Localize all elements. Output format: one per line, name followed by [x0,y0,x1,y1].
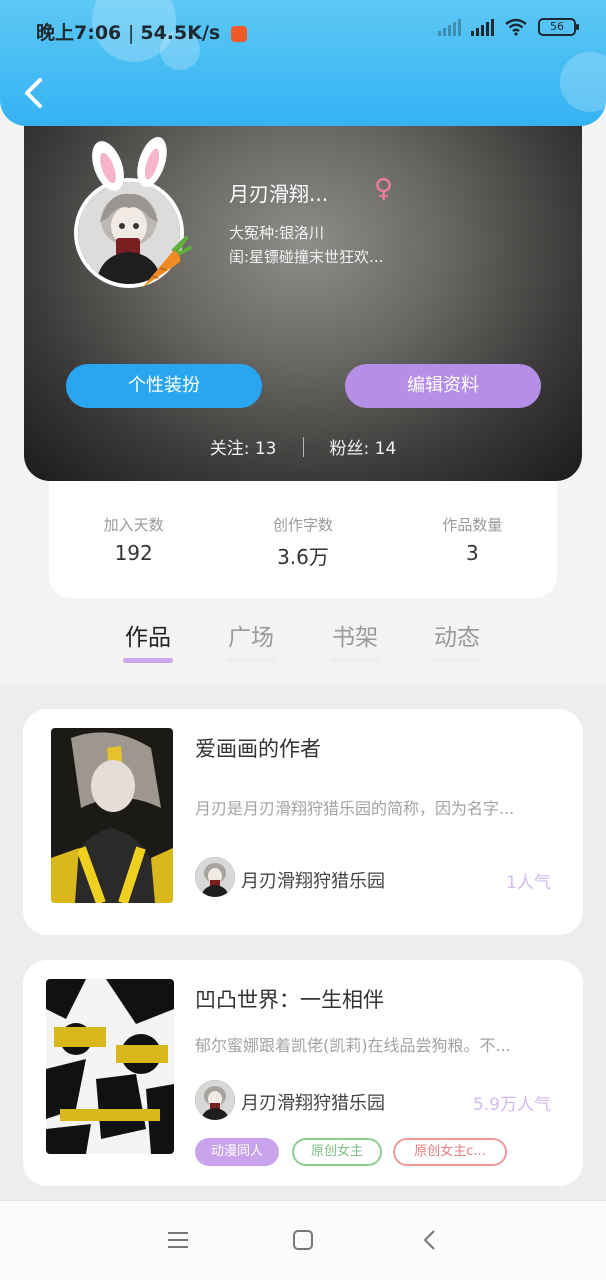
stat-value: 3 [465,541,479,565]
author-name[interactable]: 月刃滑翔狩猎乐园 [241,1089,385,1115]
stat-label: 作品数量 [442,516,503,534]
user-stats-panel: 加入天数 192 创作字数 3.6万 作品数量 3 [49,470,557,598]
work-title[interactable]: 凹凸世界：一生相伴 [195,984,384,1014]
back-arrow-icon[interactable] [18,74,52,112]
stat-works-count: 作品数量 3 [388,470,557,598]
work-description: 郁尔蜜娜跟着凯佬(凯莉)在线品尝狗粮。不... [195,1036,511,1055]
tab-square[interactable]: 广场 [221,618,281,652]
battery-icon: 56 [538,18,579,36]
back-icon[interactable] [418,1227,444,1253]
popularity-count: 1人气 [506,873,551,893]
carrot-icon [142,236,192,288]
bunny-ears-icon [92,136,167,191]
tab-indicator [330,658,380,663]
status-bar-right: 56 [438,18,579,36]
work-cover-image[interactable] [51,728,173,903]
status-time: 晚上7:06 [36,22,122,44]
stat-label: 创作字数 [272,516,333,534]
stat-label: 加入天数 [103,516,164,534]
tab-activity[interactable]: 动态 [427,618,487,652]
tab-indicator [226,658,276,663]
profile-info-line-2: 闺:星镖碰撞末世狂欢... [229,248,384,266]
profile-tabs: 作品 广场 书架 动态 [0,600,606,684]
tag-badge[interactable]: 原创女主c... [393,1138,507,1166]
wifi-icon [505,18,527,36]
work-description: 月刃是月刃滑翔狩猎乐园的简称，因为名字... [195,799,515,818]
fans-count[interactable]: 粉丝: 14 [330,434,397,459]
home-icon[interactable] [290,1227,316,1253]
work-card[interactable]: 凹凸世界：一生相伴 郁尔蜜娜跟着凯佬(凯莉)在线品尝狗粮。不... 月刃滑翔狩猎… [23,960,583,1186]
author-avatar[interactable] [195,1080,235,1120]
stat-value: 192 [114,541,153,565]
following-count[interactable]: 关注: 13 [210,434,277,459]
tab-works[interactable]: 作品 [118,618,178,652]
gender-female-icon: ♀ [374,174,394,204]
system-navigation-bar [0,1200,606,1280]
status-bar-left: 晚上7:06 | 54.5K/s [36,18,247,45]
divider [302,436,304,457]
tab-bookshelf[interactable]: 书架 [325,618,385,652]
work-cover-image[interactable] [46,979,174,1154]
edit-profile-button[interactable]: 编辑资料 [345,364,541,408]
stat-word-count: 创作字数 3.6万 [218,470,387,598]
follow-stats: 关注: 13 粉丝: 14 [24,434,582,459]
network-speed: 54.5K/s [140,22,221,44]
notification-app-icon [230,25,247,42]
signal-icon [471,18,494,36]
tab-indicator-active [123,658,173,663]
popularity-count: 5.9万人气 [472,1095,551,1115]
author-avatar[interactable] [195,857,235,897]
tab-indicator [432,658,482,663]
menu-icon[interactable] [165,1227,191,1253]
work-title[interactable]: 爱画画的作者 [195,733,321,763]
top-header: 晚上7:06 | 54.5K/s 56 [0,0,606,126]
author-name[interactable]: 月刃滑翔狩猎乐园 [241,867,385,893]
profile-info-line-1: 大冤种:银洛川 [229,224,325,242]
work-card[interactable]: 爱画画的作者 月刃是月刃滑翔狩猎乐园的简称，因为名字... 月刃滑翔狩猎乐园 1… [23,709,583,935]
stat-join-days: 加入天数 192 [49,470,218,598]
user-nickname: 月刃滑翔... [229,182,329,206]
tag-badge[interactable]: 动漫同人 [195,1138,279,1166]
dress-up-button[interactable]: 个性装扮 [66,364,262,408]
signal-icon-weak [438,18,461,36]
stat-value: 3.6万 [277,545,329,569]
tag-badge[interactable]: 原创女主 [292,1138,382,1166]
profile-card: 月刃滑翔... ♀ 大冤种:银洛川 闺:星镖碰撞末世狂欢... 个性装扮 编辑资… [24,118,582,481]
